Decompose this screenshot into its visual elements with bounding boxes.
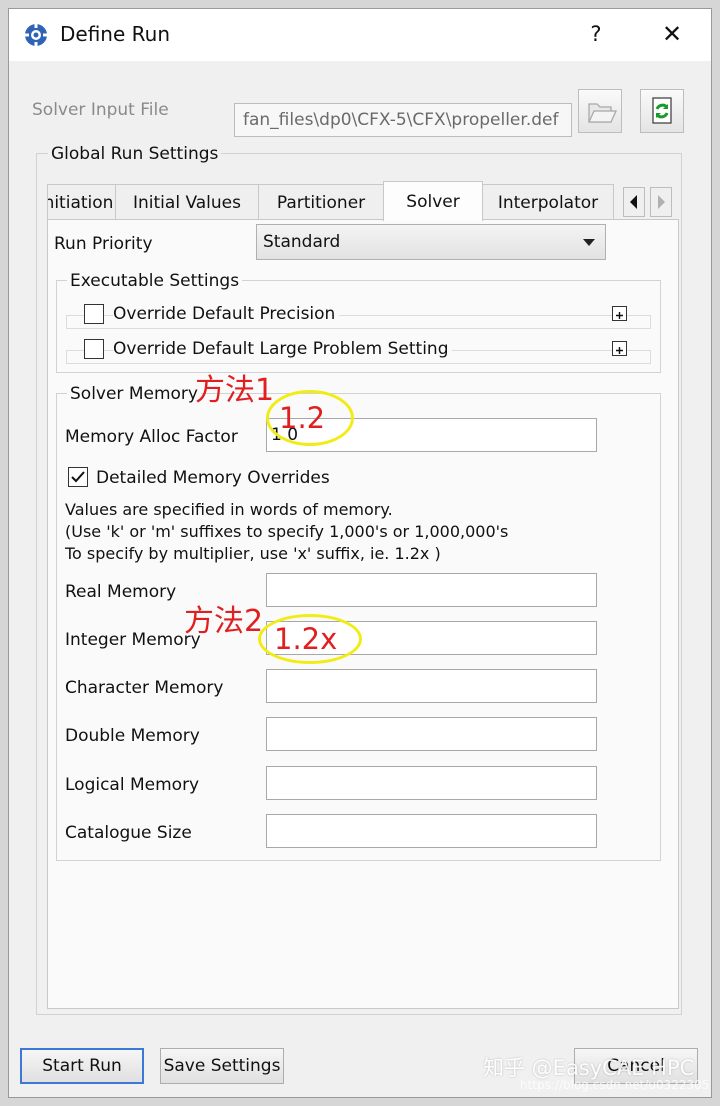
arrow-left-icon <box>630 195 637 209</box>
define-run-dialog: Define Run ? ✕ Solver Input File fan_fil… <box>8 8 712 1098</box>
tab-interpolator[interactable]: Interpolator <box>482 184 614 220</box>
help-button[interactable]: ? <box>579 17 613 51</box>
tab-initialization[interactable]: nitiation <box>47 184 116 220</box>
run-priority-value: Standard <box>263 232 341 252</box>
tab-partitioner[interactable]: Partitioner <box>258 184 384 220</box>
catalogue-size-label: Catalogue Size <box>65 823 192 843</box>
tab-initial-values[interactable]: Initial Values <box>115 184 259 220</box>
checkmark-icon <box>71 471 85 483</box>
cfx-solver-manager-icon <box>24 23 48 47</box>
tab-initialization-label: nitiation <box>47 193 114 213</box>
tab-solver[interactable]: Solver <box>383 181 483 221</box>
start-run-button[interactable]: Start Run <box>20 1048 144 1084</box>
title-bar: Define Run ? ✕ <box>9 9 711 61</box>
plus-icon <box>616 312 623 319</box>
double-memory-field[interactable] <box>266 717 597 751</box>
chevron-down-icon <box>583 239 595 246</box>
solver-input-file-field[interactable]: fan_files\dp0\CFX-5\CFX\propeller.def <box>234 103 572 137</box>
memory-alloc-factor-label: Memory Alloc Factor <box>65 427 238 447</box>
method-2-annotation: 方法2 <box>184 604 264 639</box>
method-2-value-annotation: 1.2x <box>274 622 338 656</box>
reload-button[interactable] <box>640 89 684 133</box>
memory-note-line-2: (Use 'k' or 'm' suffixes to specify 1,00… <box>65 522 509 541</box>
expand-large-problem-button[interactable] <box>612 341 627 356</box>
tab-scroll-right-button[interactable] <box>650 187 672 217</box>
integer-memory-label: Integer Memory <box>65 630 201 650</box>
run-priority-label: Run Priority <box>54 234 153 254</box>
character-memory-label: Character Memory <box>65 678 224 698</box>
close-button[interactable]: ✕ <box>655 17 689 51</box>
override-large-problem-label: Override Default Large Problem Setting <box>113 339 453 359</box>
method-1-value-annotation: 1.2 <box>279 401 326 435</box>
window-title: Define Run <box>60 22 170 46</box>
browse-button[interactable] <box>578 89 622 133</box>
memory-note-line-1: Values are specified in words of memory. <box>65 500 393 519</box>
catalogue-size-field[interactable] <box>266 814 597 848</box>
executable-settings-label: Executable Settings <box>67 271 243 291</box>
override-precision-checkbox[interactable] <box>84 304 104 324</box>
real-memory-label: Real Memory <box>65 582 177 602</box>
real-memory-field[interactable] <box>266 573 597 607</box>
memory-note-line-3: To specify by multiplier, use 'x' suffix… <box>65 544 441 563</box>
expand-precision-button[interactable] <box>612 306 627 321</box>
folder-open-icon <box>587 103 618 123</box>
tab-scroll-left-button[interactable] <box>623 187 645 217</box>
detailed-memory-overrides-label: Detailed Memory Overrides <box>96 468 330 488</box>
override-large-problem-checkbox[interactable] <box>84 339 104 359</box>
double-memory-label: Double Memory <box>65 726 200 746</box>
logical-memory-label: Logical Memory <box>65 775 200 795</box>
character-memory-field[interactable] <box>266 669 597 703</box>
run-priority-select[interactable]: Standard <box>256 224 606 260</box>
detailed-memory-overrides-checkbox[interactable] <box>68 467 88 487</box>
arrow-right-icon <box>658 195 665 209</box>
plus-icon <box>616 347 623 354</box>
global-run-settings-label: Global Run Settings <box>48 144 222 164</box>
logical-memory-field[interactable] <box>266 766 597 800</box>
method-1-annotation: 方法1 <box>195 373 275 408</box>
solver-input-file-label: Solver Input File <box>32 100 169 120</box>
watermark-url: https://blog.csdn.net/u0322305 <box>520 1078 710 1092</box>
solver-memory-label: Solver Memory <box>67 384 201 404</box>
override-precision-label: Override Default Precision <box>113 304 340 324</box>
reload-icon <box>652 97 672 124</box>
save-settings-button[interactable]: Save Settings <box>160 1048 284 1084</box>
